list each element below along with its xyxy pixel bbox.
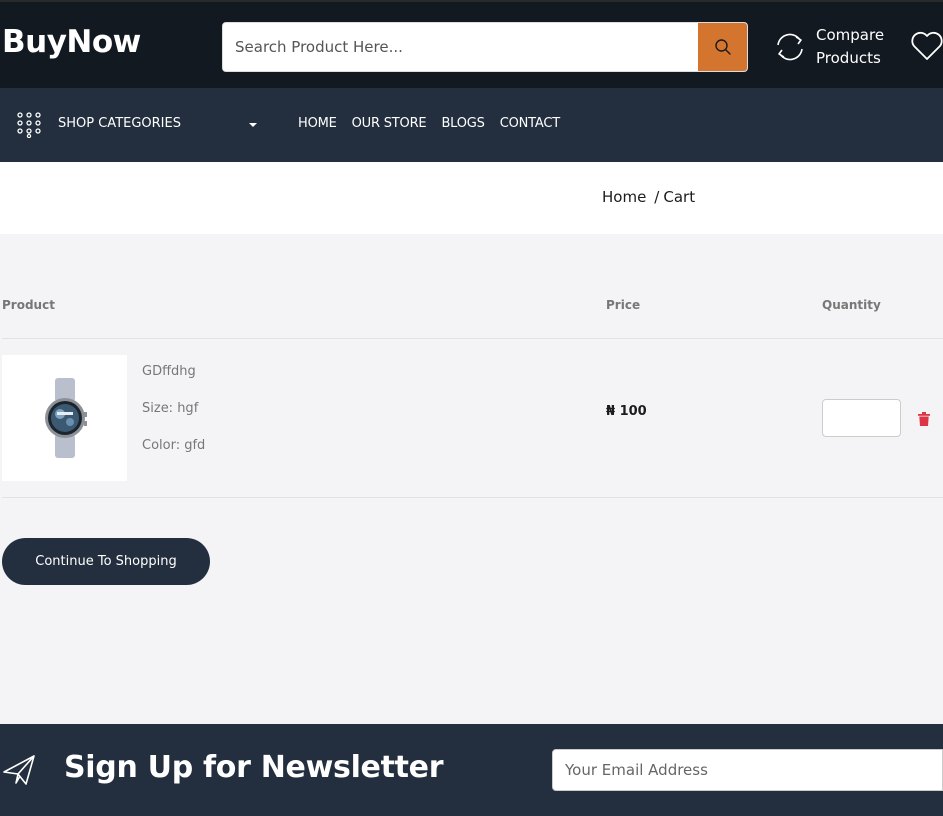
breadcrumb-current: Cart (663, 188, 696, 206)
product-image[interactable] (2, 355, 127, 481)
search-button[interactable] (698, 23, 747, 71)
product-name[interactable]: GDffdhg (142, 364, 196, 379)
nav-link-home[interactable]: HOME (298, 116, 337, 131)
newsletter-section: Sign Up for Newsletter (0, 724, 943, 816)
compare-label-line2: Products (816, 49, 881, 67)
search-input[interactable] (223, 23, 699, 71)
continue-shopping-button[interactable]: Continue To Shopping (2, 538, 210, 585)
table-divider (2, 497, 943, 498)
column-header-quantity: Quantity (822, 298, 881, 312)
breadcrumb-home-link[interactable]: Home (602, 188, 646, 206)
newsletter-title: Sign Up for Newsletter (64, 750, 444, 785)
smartwatch-image (44, 378, 87, 458)
categories-grid-icon (17, 112, 41, 138)
compare-label-line1: Compare (816, 26, 885, 44)
breadcrumb: Home / Cart (602, 188, 695, 206)
nav-links: HOME OUR STORE BLOGS CONTACT (298, 116, 560, 131)
site-logo[interactable]: BuyNow (2, 24, 141, 60)
nav-link-our-store[interactable]: OUR STORE (352, 116, 427, 131)
breadcrumb-separator: / (654, 188, 660, 206)
search-icon (714, 39, 731, 55)
product-size: Size: hgf (142, 401, 199, 416)
trash-icon[interactable] (918, 412, 930, 426)
main-navbar: SHOP CATEGORIES HOME OUR STORE BLOGS CON… (0, 88, 943, 162)
chevron-down-icon[interactable] (249, 123, 257, 127)
compare-products-link[interactable]: Compare Products (772, 24, 884, 70)
quantity-input[interactable] (822, 399, 901, 437)
table-divider (2, 338, 943, 339)
nav-link-contact[interactable]: CONTACT (500, 116, 560, 131)
compare-arrows-icon (777, 33, 803, 61)
product-price: ₦ 100 (606, 404, 647, 419)
compare-label: Compare Products (816, 24, 884, 70)
product-color: Color: gfd (142, 438, 206, 453)
breadcrumb-bar: Home / Cart (0, 162, 943, 234)
column-header-product: Product (2, 298, 55, 312)
newsletter-email-input[interactable] (552, 749, 943, 791)
search-bar (222, 22, 748, 72)
paper-plane-icon (3, 755, 35, 785)
nav-link-blogs[interactable]: BLOGS (441, 116, 484, 131)
top-header: BuyNow Compare Products (0, 0, 943, 88)
column-header-price: Price (606, 298, 641, 312)
heart-icon[interactable] (910, 30, 943, 62)
shop-categories-dropdown[interactable]: SHOP CATEGORIES (58, 116, 181, 131)
